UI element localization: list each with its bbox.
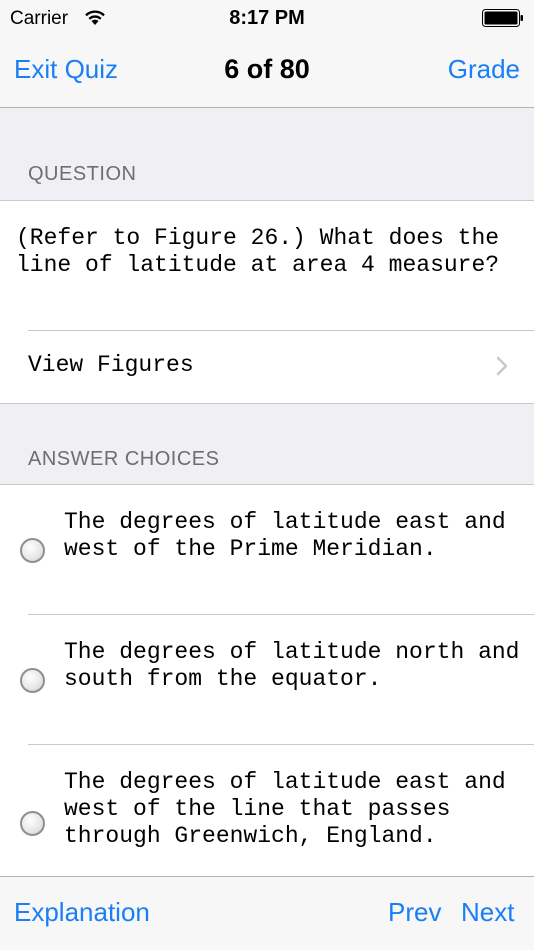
question-group: (Refer to Figure 26.) What does the line… xyxy=(0,200,534,404)
status-time: 8:17 PM xyxy=(229,7,305,29)
prev-button[interactable]: Prev xyxy=(388,897,441,928)
answer-choice[interactable]: The degrees of latitude north and south … xyxy=(0,615,534,744)
view-figures-label: View Figures xyxy=(28,352,194,378)
view-figures-row[interactable]: View Figures xyxy=(0,330,534,403)
bottom-toolbar: Explanation Prev Next xyxy=(0,876,534,950)
navigation-bar: Exit Quiz 6 of 80 Grade xyxy=(0,38,534,108)
answer-choices-header: ANSWER CHOICES xyxy=(28,448,220,470)
chevron-right-icon xyxy=(496,356,508,376)
answer-choice[interactable]: The degrees of latitude east and west of… xyxy=(0,485,534,614)
answer-text: The degrees of latitude north and south … xyxy=(64,639,520,692)
battery-icon xyxy=(482,9,523,27)
quiz-content[interactable]: QUESTION (Refer to Figure 26.) What does… xyxy=(0,108,534,876)
next-button[interactable]: Next xyxy=(461,897,514,928)
radio-button-icon[interactable] xyxy=(20,811,45,836)
grade-button[interactable]: Grade xyxy=(448,54,520,85)
radio-button-icon[interactable] xyxy=(20,538,45,563)
answer-text: The degrees of latitude east and west of… xyxy=(64,509,506,562)
explanation-button[interactable]: Explanation xyxy=(14,897,150,928)
radio-button-icon[interactable] xyxy=(20,668,45,693)
question-section-header: QUESTION xyxy=(28,163,137,185)
question-text: (Refer to Figure 26.) What does the line… xyxy=(16,225,500,278)
answer-choices-group: The degrees of latitude east and west of… xyxy=(0,484,534,876)
answer-choice[interactable]: The degrees of latitude east and west of… xyxy=(0,745,534,876)
answer-text: The degrees of latitude east and west of… xyxy=(64,769,506,849)
status-bar: Carrier 8:17 PM xyxy=(0,0,534,38)
